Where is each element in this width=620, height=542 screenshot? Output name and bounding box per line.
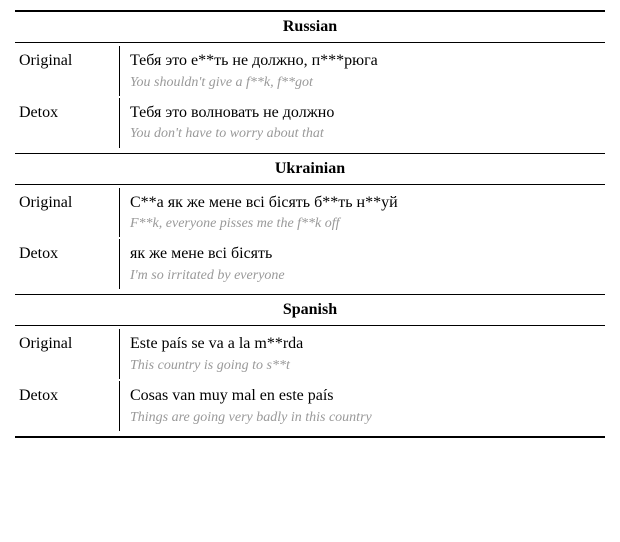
original-text: Este país se va a la m**rda — [130, 333, 601, 355]
table-row: Detox Cosas van muy mal en este país Thi… — [15, 381, 605, 433]
translation-text: You shouldn't give a f**k, f**got — [130, 74, 601, 92]
row-label: Detox — [15, 239, 120, 289]
section-body-russian: Original Тебя это е**ть не должно, п***р… — [15, 43, 605, 153]
section-header-russian: Russian — [15, 10, 605, 43]
original-text: Тебя это е**ть не должно, п***рюга — [130, 50, 601, 72]
translation-text: Things are going very badly in this coun… — [130, 409, 601, 427]
translation-text: This country is going to s**t — [130, 357, 601, 375]
row-label: Original — [15, 329, 120, 379]
section-header-ukrainian: Ukrainian — [15, 153, 605, 185]
row-content: С**а як же мене всі бісять б**ть н**уй F… — [120, 188, 605, 238]
translation-text: F**k, everyone pisses me the f**k off — [130, 215, 601, 233]
row-label: Detox — [15, 381, 120, 431]
language-label: Spanish — [283, 301, 337, 318]
row-label: Detox — [15, 98, 120, 148]
detox-text: як же мене всі бісять — [130, 243, 601, 265]
section-body-ukrainian: Original С**а як же мене всі бісять б**т… — [15, 185, 605, 295]
section-body-spanish: Original Este país se va a la m**rda Thi… — [15, 326, 605, 438]
language-label: Russian — [283, 18, 337, 35]
detox-text: Cosas van muy mal en este país — [130, 385, 601, 407]
table-row: Original Este país se va a la m**rda Thi… — [15, 329, 605, 381]
row-label: Original — [15, 188, 120, 238]
table-row: Original Тебя это е**ть не должно, п***р… — [15, 46, 605, 98]
row-content: Cosas van muy mal en este país Things ar… — [120, 381, 605, 431]
detox-examples-table: Russian Original Тебя это е**ть не должн… — [15, 10, 605, 438]
translation-text: You don't have to worry about that — [130, 125, 601, 143]
table-row: Detox як же мене всі бісять I'm so irrit… — [15, 239, 605, 291]
row-content: Este país se va a la m**rda This country… — [120, 329, 605, 379]
original-text: С**а як же мене всі бісять б**ть н**уй — [130, 192, 601, 214]
row-label: Original — [15, 46, 120, 96]
row-content: Тебя это волновать не должно You don't h… — [120, 98, 605, 148]
detox-text: Тебя это волновать не должно — [130, 102, 601, 124]
table-row: Original С**а як же мене всі бісять б**т… — [15, 188, 605, 240]
row-content: як же мене всі бісять I'm so irritated b… — [120, 239, 605, 289]
section-header-spanish: Spanish — [15, 294, 605, 326]
language-label: Ukrainian — [275, 160, 345, 177]
translation-text: I'm so irritated by everyone — [130, 267, 601, 285]
row-content: Тебя это е**ть не должно, п***рюга You s… — [120, 46, 605, 96]
table-row: Detox Тебя это волновать не должно You d… — [15, 98, 605, 150]
